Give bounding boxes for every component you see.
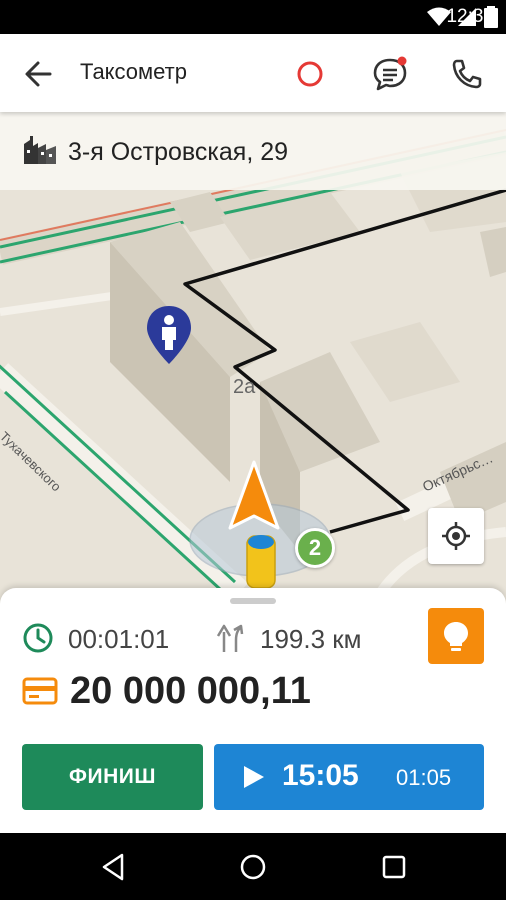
trip-distance: 199.3 км bbox=[260, 624, 362, 654]
page-title: Таксометр bbox=[80, 59, 187, 84]
trip-panel: 00:01:01 199.3 км 20 000 000,11 ФИНИШ 15… bbox=[0, 588, 506, 833]
status-time: 12:30 bbox=[446, 6, 494, 27]
taxi-car-icon bbox=[246, 535, 276, 589]
status-bar: 12:30 bbox=[0, 0, 506, 34]
my-location-button[interactable] bbox=[428, 508, 484, 564]
trip-price: 20 000 000,11 bbox=[70, 670, 311, 712]
panel-drag-handle[interactable] bbox=[230, 598, 276, 604]
trip-stats: 00:01:01 199.3 км bbox=[22, 622, 402, 654]
record-button[interactable] bbox=[288, 52, 332, 96]
clock-icon bbox=[23, 623, 53, 653]
nav-recents-icon[interactable] bbox=[378, 851, 410, 883]
waypoint-marker[interactable]: 2 bbox=[295, 528, 335, 568]
finish-button[interactable]: ФИНИШ bbox=[22, 744, 203, 810]
timer-main-value: 15:05 bbox=[282, 759, 359, 792]
waiting-timer-button[interactable]: 15:05 01:05 bbox=[214, 744, 484, 810]
nav-home-icon[interactable] bbox=[237, 851, 269, 883]
system-nav-bar bbox=[0, 833, 506, 900]
record-icon bbox=[297, 61, 323, 87]
passenger-pin-icon[interactable] bbox=[145, 304, 193, 366]
building-icon bbox=[24, 136, 56, 164]
destination-address: 3-я Островская, 29 bbox=[68, 138, 289, 166]
arrow-back-icon bbox=[25, 61, 52, 87]
crosshair-icon bbox=[442, 522, 470, 550]
lightbulb-icon bbox=[444, 622, 468, 651]
distance-icon bbox=[216, 624, 244, 652]
app-bar: Таксометр bbox=[0, 34, 506, 112]
nav-back-icon[interactable] bbox=[98, 851, 130, 883]
chat-button[interactable] bbox=[368, 52, 412, 96]
trip-duration: 00:01:01 bbox=[68, 624, 170, 654]
back-button[interactable] bbox=[20, 56, 60, 92]
payment-card-icon bbox=[22, 677, 58, 705]
play-icon bbox=[244, 766, 264, 788]
navigation-arrow-icon bbox=[228, 460, 280, 530]
destination-address-bar[interactable]: 3-я Островская, 29 bbox=[0, 112, 506, 190]
phone-icon bbox=[452, 59, 482, 89]
timer-sub-value: 01:05 bbox=[396, 765, 452, 790]
call-button[interactable] bbox=[444, 52, 488, 96]
waypoint-number: 2 bbox=[308, 535, 322, 560]
tips-button[interactable] bbox=[428, 608, 484, 664]
chat-icon bbox=[373, 56, 407, 91]
map-label-building: 2а bbox=[233, 376, 256, 398]
